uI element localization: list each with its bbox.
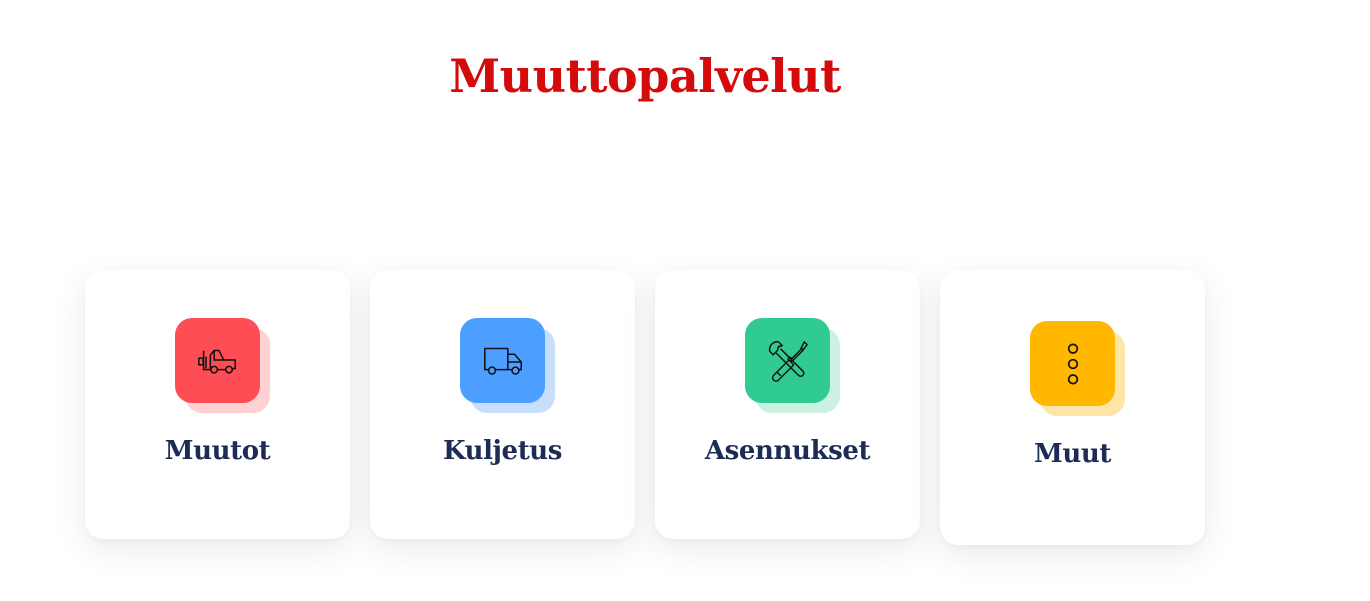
service-card-asennukset[interactable]: Asennukset [655,270,920,539]
service-icon-badge [175,318,270,413]
forklift-icon [197,349,236,374]
service-label: Muut [1034,439,1111,469]
icon-badge [1030,321,1115,406]
service-label: Kuljetus [442,436,563,466]
page-title: Muuttopalvelut [449,49,841,103]
icon-badge [460,318,545,403]
truck-icon [483,347,522,375]
more-vertical-icon [1067,342,1078,385]
service-icon-badge [460,318,555,413]
service-label: Muutot [164,436,271,466]
service-card-muut[interactable]: Muut [940,270,1205,545]
tools-icon [768,340,808,382]
service-card-muutot[interactable]: Muutot [85,270,350,539]
service-label: Asennukset [704,436,871,466]
service-icon-badge [745,318,840,413]
service-card-kuljetus[interactable]: Kuljetus [370,270,635,539]
service-icon-badge [1030,321,1125,416]
icon-badge [175,318,260,403]
icon-badge [745,318,830,403]
